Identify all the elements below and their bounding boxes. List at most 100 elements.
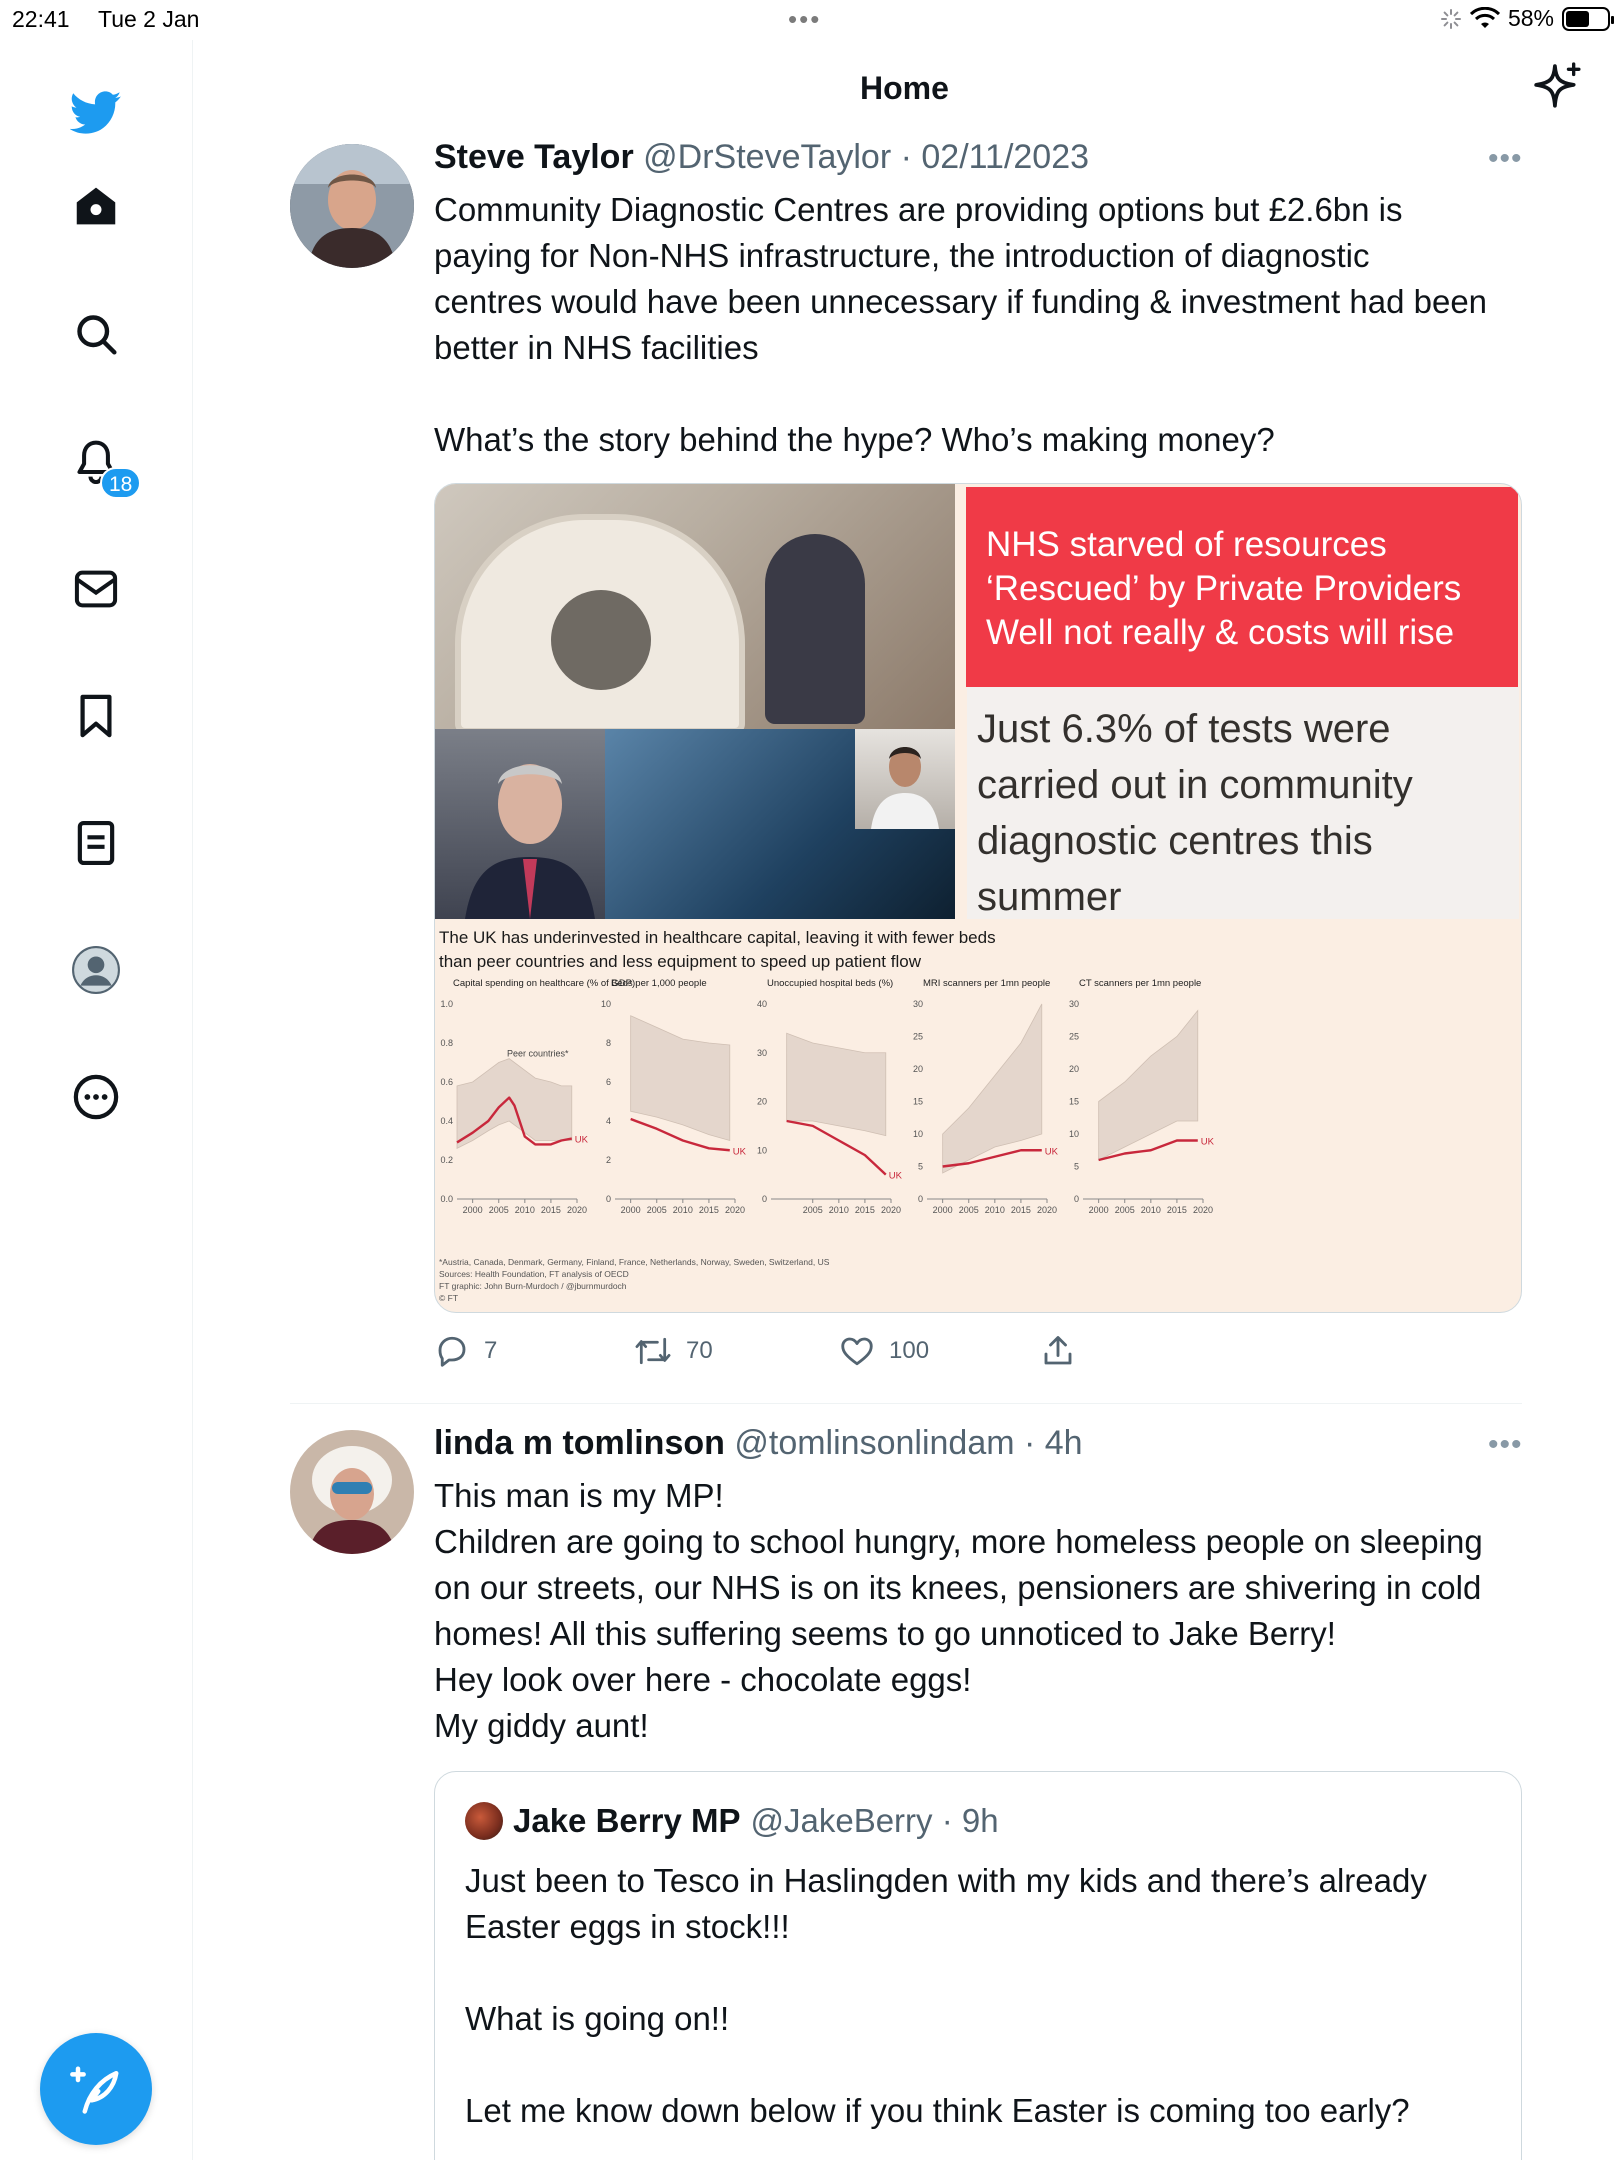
x-tick-label: 2000 xyxy=(933,1205,953,1215)
y-tick-label: 5 xyxy=(1074,1162,1079,1172)
x-tick-label: 2005 xyxy=(647,1205,667,1215)
series-label: UK xyxy=(733,1146,747,1157)
multitasking-dots[interactable]: ••• xyxy=(788,4,821,35)
x-tick-label: 2010 xyxy=(985,1205,1005,1215)
tweet-text: This man is my MP! Children are going to… xyxy=(434,1477,1483,1744)
x-tick-label: 2010 xyxy=(1141,1205,1161,1215)
compose-tweet-button[interactable] xyxy=(40,2033,152,2145)
headline-line-3: Well not really & costs will rise xyxy=(986,613,1455,652)
activity-spinner-icon xyxy=(1440,8,1461,29)
chart-annotation: Peer countries* xyxy=(507,1049,569,1059)
series-label: UK xyxy=(889,1171,903,1182)
reply-icon xyxy=(438,1336,466,1367)
x-tick-label: 2000 xyxy=(463,1205,483,1215)
series-label: UK xyxy=(575,1135,589,1146)
y-tick-label: 0.6 xyxy=(440,1077,453,1087)
page-title: Home xyxy=(860,70,949,106)
x-tick-label: 2015 xyxy=(855,1205,875,1215)
x-tick-label: 2005 xyxy=(1115,1205,1135,1215)
ft-charts: Capital spending on healthcare (% of GDP… xyxy=(440,978,1215,1215)
compose-feather-icon xyxy=(70,2066,119,2114)
wifi-icon xyxy=(1469,6,1500,28)
y-tick-label: 10 xyxy=(913,1129,923,1139)
peer-countries-band xyxy=(786,1032,887,1137)
y-tick-label: 5 xyxy=(918,1162,923,1172)
y-tick-label: 0.8 xyxy=(440,1038,453,1048)
share-button[interactable] xyxy=(1040,1333,1076,1369)
explore-icon[interactable] xyxy=(70,308,122,360)
statistic-text: Just 6.3% of tests were carried out in c… xyxy=(967,687,1519,919)
x-tick-label: 2005 xyxy=(959,1205,979,1215)
y-tick-label: 30 xyxy=(757,1048,767,1058)
chart-title: MRI scanners per 1mn people xyxy=(923,978,1050,989)
ft-chart-title: The UK has underinvested in healthcare c… xyxy=(439,928,996,971)
battery-icon xyxy=(1562,6,1614,31)
quoted-author-name: Jake Berry MP xyxy=(513,1802,741,1839)
headline-box: NHS starved of resources ‘Rescued’ by Pr… xyxy=(966,487,1518,687)
x-tick-label: 2015 xyxy=(1011,1205,1031,1215)
y-tick-label: 8 xyxy=(606,1038,611,1048)
heart-icon xyxy=(841,1337,873,1366)
x-tick-label: 2015 xyxy=(699,1205,719,1215)
sparkle-icon[interactable] xyxy=(1532,62,1582,112)
retweet-icon xyxy=(635,1337,671,1365)
avatar[interactable] xyxy=(290,1430,414,1554)
avatar[interactable] xyxy=(290,144,414,268)
author-handle-date[interactable]: @DrSteveTaylor · 02/11/2023 xyxy=(643,138,1089,176)
profile-icon[interactable] xyxy=(70,944,122,996)
ft-chart-notes: *Austria, Canada, Denmark, Germany, Finl… xyxy=(439,1257,830,1303)
politician-photo xyxy=(435,729,605,919)
y-tick-label: 25 xyxy=(913,1032,923,1042)
battery-percent: 58% xyxy=(1507,5,1554,31)
notifications-badge: 18 xyxy=(100,467,142,499)
author-handle-time[interactable]: @tomlinsonlindam · 4h xyxy=(734,1424,1082,1462)
headline-line-2: ‘Rescued’ by Private Providers xyxy=(986,569,1462,608)
y-tick-label: 0 xyxy=(606,1194,611,1204)
y-tick-label: 0 xyxy=(1074,1194,1079,1204)
x-tick-label: 2015 xyxy=(1167,1205,1187,1215)
tweet-more-button[interactable]: ••• xyxy=(1488,1428,1523,1462)
tweet-divider xyxy=(290,1403,1522,1404)
status-time: 22:41 xyxy=(12,6,70,32)
retweet-button[interactable]: 70 xyxy=(634,1333,713,1369)
tweet-media-image[interactable]: NHS starved of resources ‘Rescued’ by Pr… xyxy=(434,483,1522,1313)
x-tick-label: 2020 xyxy=(1037,1205,1057,1215)
x-tick-label: 2000 xyxy=(1089,1205,1109,1215)
author-name[interactable]: Steve Taylor xyxy=(434,138,634,176)
pm-photo xyxy=(855,729,955,829)
quoted-author-handle-time: @JakeBerry · 9h xyxy=(750,1802,999,1839)
y-tick-label: 20 xyxy=(757,1097,767,1107)
home-icon[interactable] xyxy=(70,180,122,232)
y-tick-label: 30 xyxy=(913,999,923,1009)
chart-title: Beds per 1,000 people xyxy=(611,978,707,989)
y-tick-label: 20 xyxy=(1069,1064,1079,1074)
chart-title: CT scanners per 1mn people xyxy=(1079,978,1201,989)
bookmarks-icon[interactable] xyxy=(70,690,122,742)
tweet-more-button[interactable]: ••• xyxy=(1488,142,1523,176)
peer-countries-band xyxy=(630,1015,731,1142)
y-tick-label: 0.2 xyxy=(440,1155,453,1165)
series-label: UK xyxy=(1201,1137,1215,1148)
status-date: Tue 2 Jan xyxy=(98,6,200,32)
lists-icon[interactable] xyxy=(70,817,122,869)
messages-icon[interactable] xyxy=(70,563,122,615)
quoted-tweet-text: Just been to Tesco in Haslingden with my… xyxy=(465,1862,1427,2129)
x-tick-label: 2005 xyxy=(803,1205,823,1215)
y-tick-label: 1.0 xyxy=(440,999,453,1009)
y-tick-label: 4 xyxy=(606,1116,611,1126)
share-icon xyxy=(1044,1336,1072,1365)
reply-button[interactable]: 7 xyxy=(434,1333,497,1369)
mri-photo xyxy=(435,484,955,734)
twitter-logo-icon[interactable] xyxy=(70,87,122,139)
reply-count: 7 xyxy=(484,1337,498,1364)
like-count: 100 xyxy=(889,1337,930,1364)
y-tick-label: 30 xyxy=(1069,999,1079,1009)
x-tick-label: 2005 xyxy=(489,1205,509,1215)
author-name[interactable]: linda m tomlinson xyxy=(434,1424,725,1462)
like-button[interactable]: 100 xyxy=(839,1333,929,1369)
x-tick-label: 2020 xyxy=(881,1205,901,1215)
quoted-tweet[interactable]: Jake Berry MP @JakeBerry · 9h Just been … xyxy=(434,1771,1522,2160)
more-icon[interactable] xyxy=(70,1071,122,1123)
y-tick-label: 0.0 xyxy=(440,1194,453,1204)
retweet-count: 70 xyxy=(686,1337,713,1364)
